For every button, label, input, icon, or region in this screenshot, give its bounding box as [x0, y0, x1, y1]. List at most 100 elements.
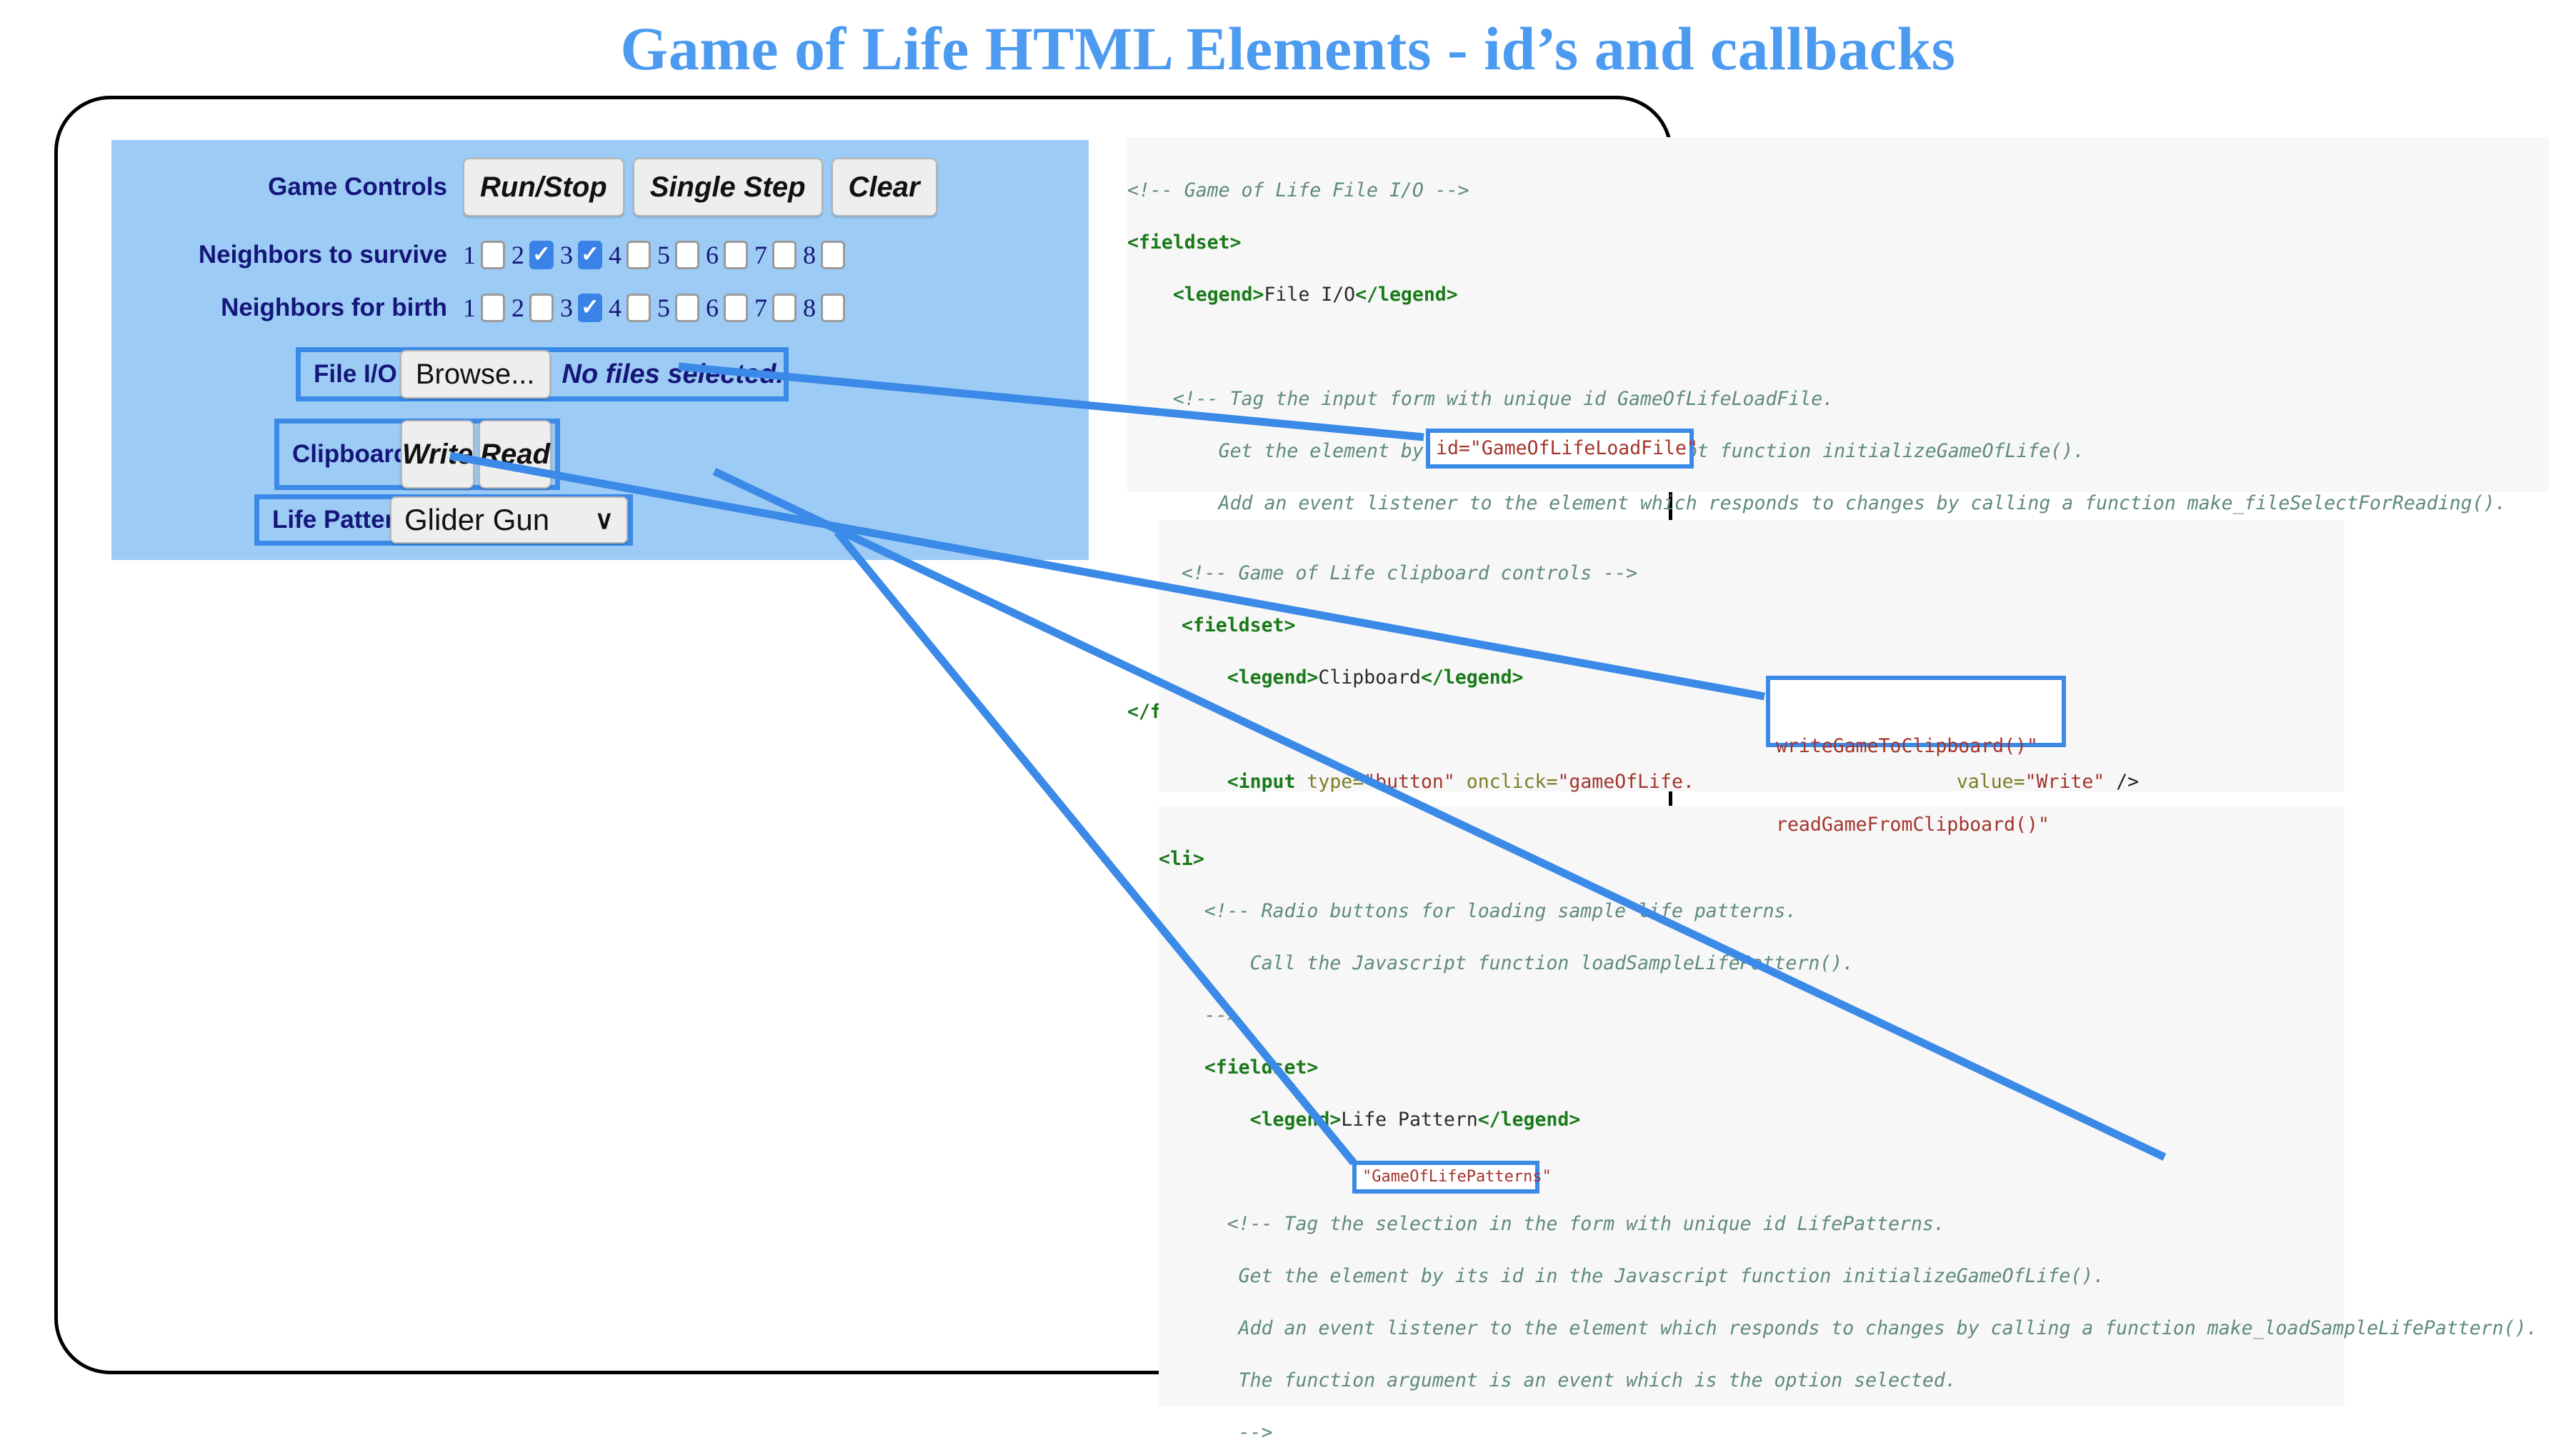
- checkbox-number: 6: [706, 241, 719, 269]
- birth-checkbox-8[interactable]: [821, 294, 845, 322]
- code-line: <!-- Tag the selection in the form with …: [1159, 1212, 1945, 1235]
- highlight-box-clipboard-callbacks: writeGameToClipboard()" readGameFromClip…: [1766, 676, 2066, 836]
- life-pattern-label: Life Pattern: [272, 506, 410, 534]
- code-line: <!-- Game of Life File I/O -->: [1127, 179, 1469, 201]
- code-line: <!-- Tag the input form with unique id G…: [1127, 387, 1834, 410]
- code-line: <fieldset>: [1159, 614, 1296, 636]
- checkbox-number: 7: [754, 241, 767, 269]
- neighbors-to-survive-checkbox-group: 1 2 3 4 5 6 7 8: [463, 240, 852, 270]
- neighbors-to-survive-label: Neighbors to survive: [198, 241, 447, 269]
- checkbox-number: 3: [560, 294, 573, 322]
- code-line: -->: [1159, 1421, 1273, 1440]
- checkbox-number: 7: [754, 294, 767, 322]
- checkbox-item: 6: [706, 240, 748, 270]
- checkbox-number: 8: [803, 294, 816, 322]
- survive-checkbox-1[interactable]: [481, 241, 505, 269]
- checkbox-number: 5: [657, 294, 670, 322]
- checkbox-number: 2: [511, 294, 524, 322]
- birth-checkbox-1[interactable]: [481, 294, 505, 322]
- code-line: The function argument is an event which …: [1159, 1369, 1957, 1391]
- checkbox-item: 4: [609, 293, 651, 323]
- birth-checkbox-5[interactable]: [675, 294, 699, 322]
- life-pattern-select[interactable]: Glider Gun ∨: [390, 496, 628, 544]
- code-line: Call the Javascript function loadSampleL…: [1159, 951, 1854, 974]
- checkbox-item: 1: [463, 293, 505, 323]
- birth-checkbox-7[interactable]: [772, 294, 797, 322]
- single-step-button[interactable]: Single Step: [632, 158, 823, 216]
- clipboard-label: Clipboard: [292, 440, 409, 468]
- birth-checkbox-3[interactable]: [578, 294, 602, 322]
- birth-checkbox-4[interactable]: [626, 294, 651, 322]
- code-block-life-pattern: <li> <!-- Radio buttons for loading samp…: [1159, 806, 2538, 1440]
- code-line: Get the element by its id in the Javascr…: [1159, 1264, 2105, 1287]
- checkbox-item: 4: [609, 240, 651, 270]
- highlight-box-patterns-id: "GameOfLifePatterns": [1352, 1161, 1552, 1194]
- checkbox-item: 6: [706, 293, 748, 323]
- code-line: <!-- Radio buttons for loading sample li…: [1159, 899, 1797, 922]
- survive-checkbox-6[interactable]: [724, 241, 748, 269]
- highlighted-code-text: id="GameOfLifeLoadFile": [1436, 436, 1698, 459]
- page-title: Game of Life HTML Elements - id’s and ca…: [620, 14, 1956, 83]
- checkbox-item: 2: [511, 293, 554, 323]
- run-stop-button[interactable]: Run/Stop: [463, 158, 624, 216]
- code-line: -->: [1159, 1004, 1239, 1026]
- code-line: <fieldset>: [1159, 1056, 1319, 1079]
- code-line: <legend>Clipboard</legend>: [1227, 666, 1524, 689]
- code-line: <legend>Life Pattern</legend>: [1249, 1108, 1581, 1131]
- code-line: Add an event listener to the element whi…: [1127, 491, 2507, 514]
- birth-checkbox-6[interactable]: [724, 294, 748, 322]
- survive-checkbox-8[interactable]: [821, 241, 845, 269]
- checkbox-item: 5: [657, 240, 699, 270]
- clipboard-row: Clipboard Write Read: [274, 419, 560, 490]
- checkbox-item: 8: [803, 293, 845, 323]
- highlighted-code-text-write: writeGameToClipboard()": [1776, 735, 2038, 757]
- clipboard-write-button[interactable]: Write: [401, 420, 475, 489]
- game-controls-label: Game Controls: [268, 173, 447, 201]
- highlighted-code-text-read: readGameFromClipboard()": [1776, 813, 2050, 836]
- neighbors-for-birth-row: Neighbors for birth 1 2 3 4 5 6 7 8: [111, 281, 1089, 334]
- code-line: <input type="button" onclick="gameOfLife…: [1227, 770, 2140, 793]
- neighbors-for-birth-label: Neighbors for birth: [221, 294, 447, 321]
- survive-checkbox-2[interactable]: [529, 241, 554, 269]
- checkbox-item: 7: [754, 293, 797, 323]
- game-controls-row: Game Controls Run/Stop Single Step Clear: [111, 151, 1089, 223]
- checkbox-number: 1: [463, 241, 476, 269]
- file-io-label: File I/O: [314, 360, 397, 388]
- code-block-clipboard: <!-- Game of Life clipboard controls -->…: [1159, 520, 2345, 897]
- checkbox-number: 1: [463, 294, 476, 322]
- game-of-life-control-panel: Game Controls Run/Stop Single Step Clear…: [111, 140, 1089, 560]
- checkbox-item: 5: [657, 293, 699, 323]
- code-line: <li>: [1159, 847, 1204, 870]
- checkbox-item: 3: [560, 240, 602, 270]
- highlight-box-loadfile-id: id="GameOfLifeLoadFile": [1426, 429, 1698, 469]
- life-pattern-selected-value: Glider Gun: [404, 503, 550, 536]
- checkbox-number: 8: [803, 241, 816, 269]
- checkbox-number: 6: [706, 294, 719, 322]
- checkbox-number: 2: [511, 241, 524, 269]
- checkbox-number: 4: [609, 241, 621, 269]
- checkbox-item: 7: [754, 240, 797, 270]
- browse-button[interactable]: Browse...: [399, 350, 551, 399]
- survive-checkbox-3[interactable]: [578, 241, 602, 269]
- survive-checkbox-5[interactable]: [675, 241, 699, 269]
- survive-checkbox-7[interactable]: [772, 241, 797, 269]
- slide-canvas: Game of Life HTML Elements - id’s and ca…: [0, 0, 2576, 1440]
- clipboard-read-button[interactable]: Read: [479, 420, 552, 489]
- code-line: Get the element by its id in the Javascr…: [1218, 439, 2085, 462]
- neighbors-to-survive-row: Neighbors to survive 1 2 3 4 5 6 7 8: [111, 229, 1089, 281]
- checkbox-item: 2: [511, 240, 554, 270]
- birth-checkbox-2[interactable]: [529, 294, 554, 322]
- clear-button[interactable]: Clear: [831, 158, 937, 216]
- checkbox-number: 3: [560, 241, 573, 269]
- code-line: <legend>File I/O</legend>: [1172, 283, 1458, 306]
- survive-checkbox-4[interactable]: [626, 241, 651, 269]
- checkbox-item: 3: [560, 293, 602, 323]
- checkbox-item: 8: [803, 240, 845, 270]
- chevron-down-icon: ∨: [594, 505, 614, 534]
- code-line: Add an event listener to the element whi…: [1159, 1316, 2538, 1339]
- checkbox-number: 4: [609, 294, 621, 322]
- file-status-text: No files selected.: [561, 359, 784, 389]
- file-io-row: File I/O Browse... No files selected.: [296, 347, 789, 401]
